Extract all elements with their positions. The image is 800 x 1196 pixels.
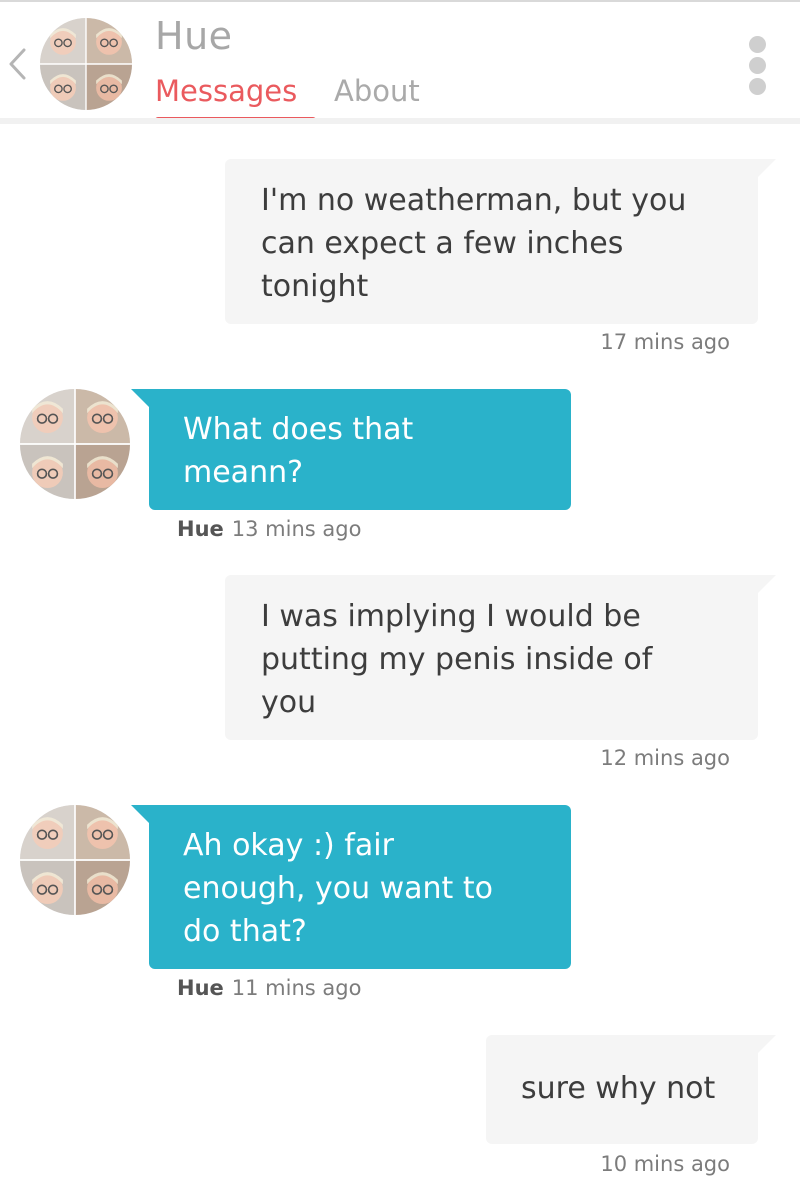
message-bubble-incoming[interactable]: Ah okay :) fair enough, you want to do t… bbox=[149, 805, 571, 969]
message-bubble-incoming[interactable]: What does that meann? bbox=[149, 389, 571, 510]
more-vertical-icon bbox=[749, 78, 766, 95]
message-text-line: meann? bbox=[183, 455, 304, 490]
message-meta: Hue 11 mins ago bbox=[177, 976, 361, 1000]
message-timestamp: 12 mins ago bbox=[600, 746, 730, 770]
more-vertical-icon bbox=[749, 36, 766, 53]
message-text-line: putting my penis inside of bbox=[261, 642, 653, 677]
message-timestamp: 11 mins ago bbox=[231, 976, 362, 1000]
tab-about[interactable]: About bbox=[334, 74, 420, 108]
message-timestamp: 13 mins ago bbox=[231, 517, 362, 541]
bubble-tail bbox=[758, 1035, 776, 1053]
bubble-tail bbox=[131, 805, 149, 823]
message-text-line: I'm no weatherman, but you bbox=[261, 183, 687, 218]
message-timestamp: 17 mins ago bbox=[600, 330, 730, 354]
message-text-line: do that? bbox=[183, 914, 307, 949]
back-button[interactable] bbox=[6, 44, 30, 84]
message-text-line: I was implying I would be bbox=[261, 599, 641, 634]
message-text-line: you bbox=[261, 685, 317, 720]
more-options-button[interactable] bbox=[744, 36, 772, 96]
sender-name: Hue bbox=[177, 976, 224, 1000]
message-text-line: What does that bbox=[183, 412, 414, 447]
message-text-line: can expect a few inches bbox=[261, 226, 624, 261]
sender-avatar[interactable] bbox=[20, 805, 130, 915]
message-bubble-outgoing[interactable]: I'm no weatherman, but you can expect a … bbox=[225, 159, 758, 324]
sender-avatar[interactable] bbox=[20, 389, 130, 499]
avatar-collage-image bbox=[40, 18, 132, 110]
tab-messages[interactable]: Messages bbox=[155, 74, 297, 108]
bubble-tail bbox=[758, 575, 776, 593]
bubble-tail bbox=[131, 389, 149, 407]
profile-avatar[interactable] bbox=[40, 18, 132, 110]
bubble-tail bbox=[758, 159, 776, 177]
message-text-line: enough, you want to bbox=[183, 871, 493, 906]
message-bubble-outgoing[interactable]: sure why not bbox=[486, 1035, 758, 1144]
sender-name: Hue bbox=[177, 517, 224, 541]
more-vertical-icon bbox=[749, 57, 766, 74]
message-bubble-outgoing[interactable]: I was implying I would be putting my pen… bbox=[225, 575, 758, 740]
message-text-line: Ah okay :) fair bbox=[183, 828, 394, 863]
message-text-line: sure why not bbox=[521, 1071, 716, 1106]
message-meta: Hue 13 mins ago bbox=[177, 517, 361, 541]
message-text-line: tonight bbox=[261, 269, 369, 304]
contact-name: Hue bbox=[155, 14, 233, 58]
chevron-left-icon bbox=[9, 48, 26, 80]
message-timestamp: 10 mins ago bbox=[600, 1152, 730, 1176]
avatar-collage-image bbox=[20, 389, 130, 499]
header-divider bbox=[0, 118, 800, 124]
chat-header: Hue Messages About bbox=[0, 2, 800, 123]
avatar-collage-image bbox=[20, 805, 130, 915]
